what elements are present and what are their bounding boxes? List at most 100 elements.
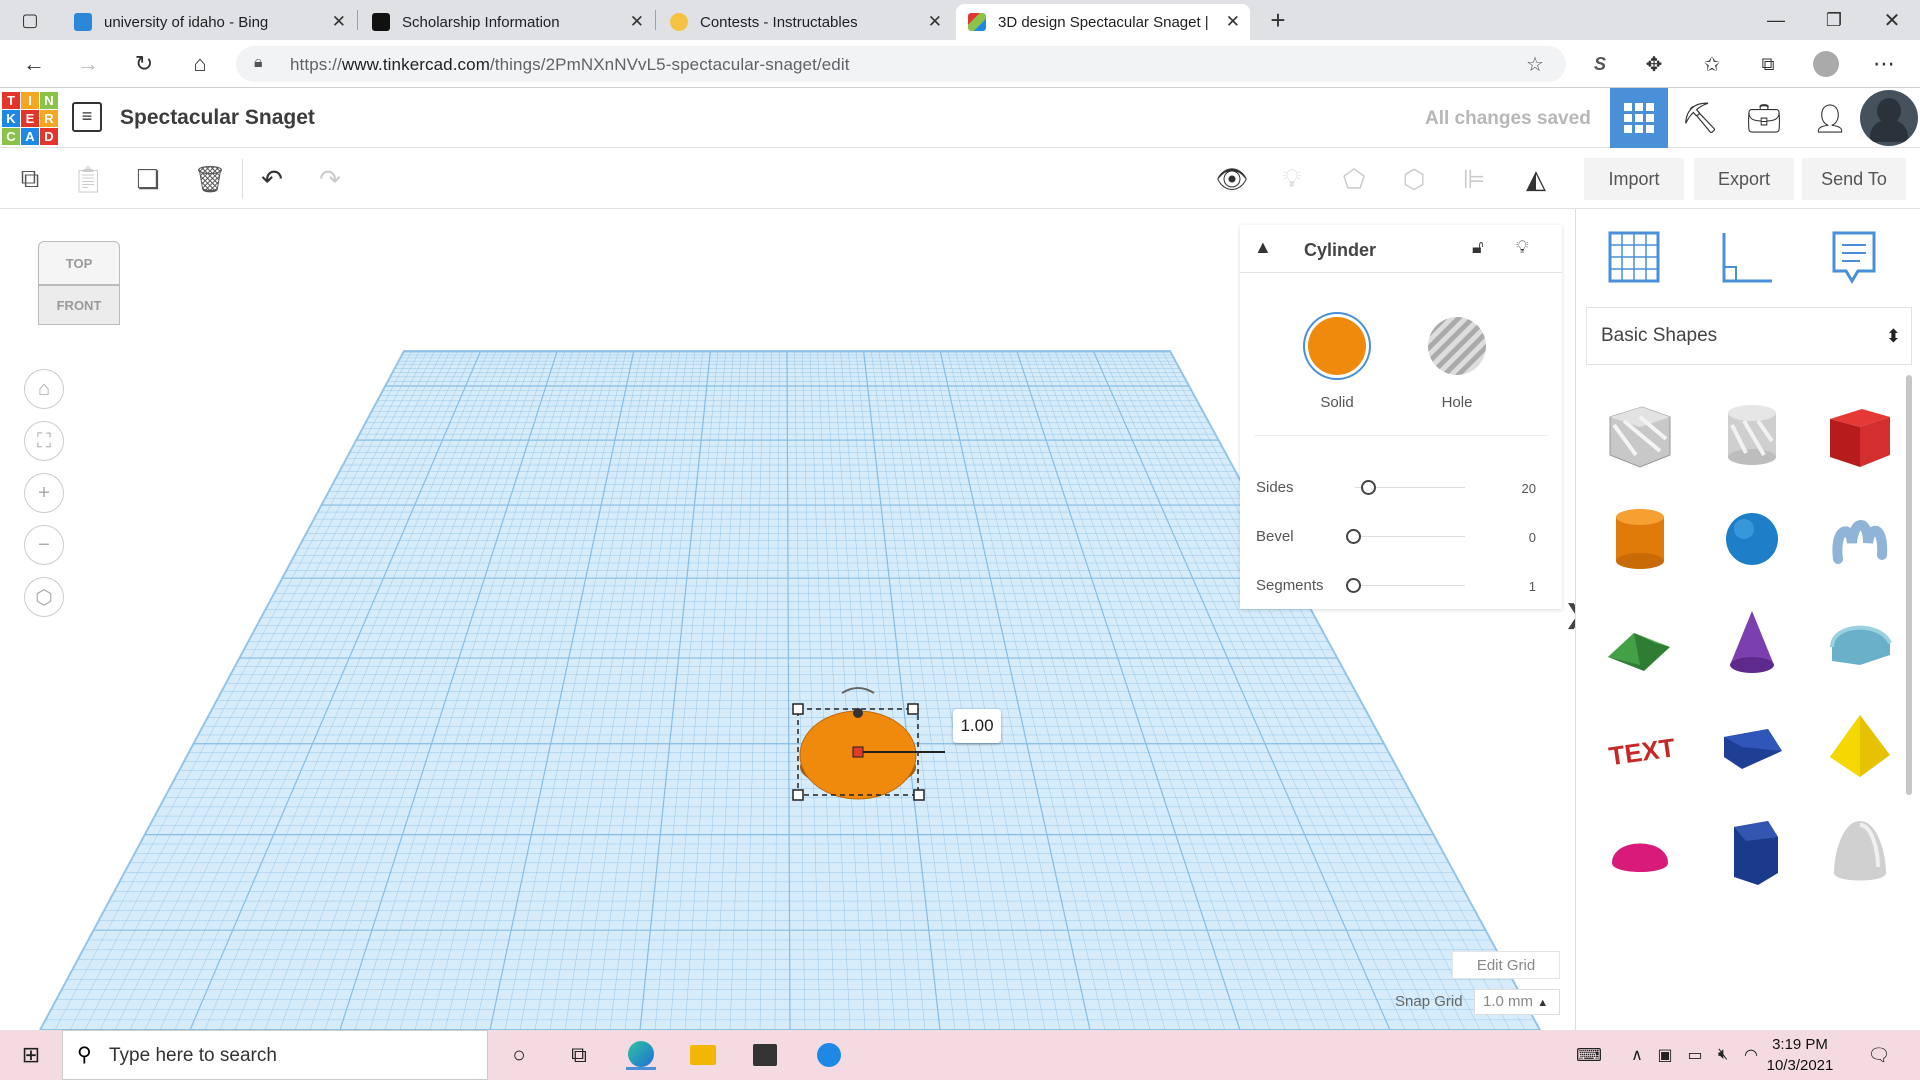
clock[interactable]: 3:19 PM 10/3/2021	[1760, 1034, 1840, 1076]
address-bar[interactable]: 🔒︎ https://www.tinkercad.com/things/2PmN…	[236, 46, 1566, 82]
favorite-add-icon[interactable]: ☆	[1526, 52, 1544, 77]
tray-chevron-icon[interactable]: ∧	[1622, 1040, 1652, 1070]
shape-scribble[interactable]	[1820, 499, 1900, 579]
tab-bing[interactable]: university of idaho - Bing ✕	[62, 4, 356, 40]
send-to-button[interactable]: Send To	[1802, 158, 1906, 200]
shape-sphere[interactable]	[1712, 499, 1792, 579]
shape-wedge[interactable]	[1712, 707, 1792, 787]
group-icon[interactable]: ⬠	[1334, 159, 1374, 199]
collections-icon[interactable]: ⧉	[1752, 48, 1784, 80]
paste-icon[interactable]: 📋︎	[68, 159, 108, 199]
shape-box[interactable]	[1820, 395, 1900, 475]
duplicate-icon[interactable]: ❏	[128, 159, 168, 199]
shape-polygon[interactable]	[1712, 811, 1792, 891]
shape-text[interactable]: TEXT	[1600, 707, 1680, 787]
edge-icon[interactable]	[626, 1040, 656, 1070]
mirror-icon[interactable]: ◭	[1516, 159, 1556, 199]
user-avatar[interactable]	[1860, 90, 1918, 146]
minimize-icon[interactable]: —	[1756, 0, 1796, 40]
zoom-in-icon[interactable]: +	[24, 473, 64, 513]
view-cube[interactable]: TOP FRONT	[38, 241, 120, 336]
close-icon[interactable]: ✕	[332, 12, 346, 32]
blocks-pickaxe-icon[interactable]: ⛏	[1680, 98, 1720, 138]
copy-icon[interactable]: ⧉	[10, 159, 50, 199]
workplane-area[interactable]: 1.00 TOP FRONT ⌂ ⛶ + − ⬡ ▲ Cylinder 🔓︎ 💡…	[0, 209, 1575, 1030]
home-icon[interactable]: ⌂	[184, 48, 216, 80]
store-icon[interactable]	[750, 1040, 780, 1070]
align-icon[interactable]: ⊫	[1454, 159, 1494, 199]
view-cube-front[interactable]: FRONT	[38, 285, 120, 325]
new-tab-icon[interactable]: +	[1258, 0, 1298, 40]
snap-grid-select[interactable]: 1.0 mm ▲	[1474, 989, 1560, 1015]
extension-s-icon[interactable]: S	[1584, 48, 1616, 80]
sides-slider[interactable]	[1361, 480, 1376, 495]
tab-scholarship[interactable]: Scholarship Information ✕	[360, 4, 654, 40]
undo-icon[interactable]: ↶	[252, 159, 292, 199]
close-icon[interactable]: ✕	[630, 12, 644, 32]
workplane-icon[interactable]	[1604, 227, 1664, 287]
tab-actions-icon[interactable]: ▢	[10, 0, 50, 40]
redo-icon[interactable]: ↷	[310, 159, 350, 199]
bevel-value[interactable]: 0	[1529, 530, 1536, 545]
file-explorer-icon[interactable]	[688, 1040, 718, 1070]
back-icon[interactable]: ←	[18, 48, 50, 80]
tab-instructables[interactable]: Contests - Instructables ✕	[658, 4, 952, 40]
panel-scrollbar[interactable]	[1906, 375, 1912, 795]
hole-swatch[interactable]	[1428, 317, 1486, 375]
design-list-icon[interactable]: ≡	[72, 102, 102, 132]
lock-icon[interactable]: 🔒︎	[254, 54, 263, 72]
shape-roof[interactable]	[1600, 603, 1680, 683]
shape-round-roof[interactable]	[1820, 603, 1900, 683]
home-view-icon[interactable]: ⌂	[24, 369, 64, 409]
shape-cone[interactable]	[1712, 603, 1792, 683]
design-title[interactable]: Spectacular Snaget	[120, 106, 315, 130]
shape-paraboloid[interactable]	[1820, 811, 1900, 891]
battery-icon[interactable]: ▭	[1680, 1040, 1710, 1070]
shape-pyramid[interactable]	[1820, 707, 1900, 787]
segments-slider[interactable]	[1346, 578, 1361, 593]
close-icon[interactable]: ✕	[928, 12, 942, 32]
3d-view-button[interactable]	[1610, 88, 1668, 148]
tab-tinkercad[interactable]: 3D design Spectacular Snaget | T ✕	[956, 4, 1250, 40]
profile-icon[interactable]	[1810, 48, 1842, 80]
task-view-icon[interactable]: ⧉	[564, 1040, 594, 1070]
favorites-icon[interactable]: ✩	[1696, 48, 1728, 80]
shape-library-select[interactable]: Basic Shapes ⬍	[1586, 307, 1912, 365]
cortana-icon[interactable]: ○	[504, 1040, 534, 1070]
zoom-out-icon[interactable]: −	[24, 525, 64, 565]
light-bulb-icon[interactable]: 💡︎	[1516, 237, 1529, 258]
notifications-icon[interactable]: 🗨︎	[1864, 1040, 1894, 1070]
lessons-briefcase-icon[interactable]: 💼︎	[1744, 98, 1784, 138]
export-button[interactable]: Export	[1694, 158, 1794, 200]
segments-value[interactable]: 1	[1529, 579, 1536, 594]
refresh-icon[interactable]: ↻	[128, 48, 160, 80]
window-close-icon[interactable]: ✕	[1872, 0, 1912, 40]
app-icon[interactable]	[814, 1040, 844, 1070]
add-user-icon[interactable]: 👤︎	[1810, 98, 1850, 138]
show-all-icon[interactable]: 💡︎	[1272, 159, 1312, 199]
shape-cylinder-hole[interactable]	[1712, 395, 1792, 475]
shape-half-sphere[interactable]	[1600, 811, 1680, 891]
keyboard-icon[interactable]: ⌨	[1574, 1040, 1604, 1070]
extensions-icon[interactable]: ✥	[1638, 48, 1670, 80]
view-cube-top[interactable]: TOP	[38, 241, 120, 285]
delete-icon[interactable]: 🗑︎	[190, 159, 230, 199]
shape-box-hole[interactable]	[1600, 395, 1680, 475]
windows-start-icon[interactable]: ⊞	[16, 1040, 46, 1070]
perspective-icon[interactable]: ⬡	[24, 577, 64, 617]
dimension-input[interactable]: 1.00	[953, 709, 1001, 743]
taskbar-search[interactable]: ⚲ Type here to search	[62, 1030, 488, 1080]
meet-now-icon[interactable]: ▣	[1650, 1040, 1680, 1070]
collapse-panel-icon[interactable]: ❯	[1564, 599, 1575, 630]
collapse-up-icon[interactable]: ▲	[1254, 237, 1272, 258]
forward-icon[interactable]: →	[72, 48, 104, 80]
bevel-slider[interactable]	[1346, 529, 1361, 544]
close-icon[interactable]: ✕	[1226, 12, 1240, 32]
ruler-icon[interactable]	[1716, 227, 1776, 287]
fit-view-icon[interactable]: ⛶	[24, 421, 64, 461]
solid-swatch[interactable]	[1308, 317, 1366, 375]
tinkercad-logo[interactable]: TIN KER CAD	[2, 92, 58, 146]
sides-value[interactable]: 20	[1522, 481, 1536, 496]
lock-icon[interactable]: 🔓︎	[1472, 237, 1484, 258]
maximize-icon[interactable]: ❐	[1814, 0, 1854, 40]
